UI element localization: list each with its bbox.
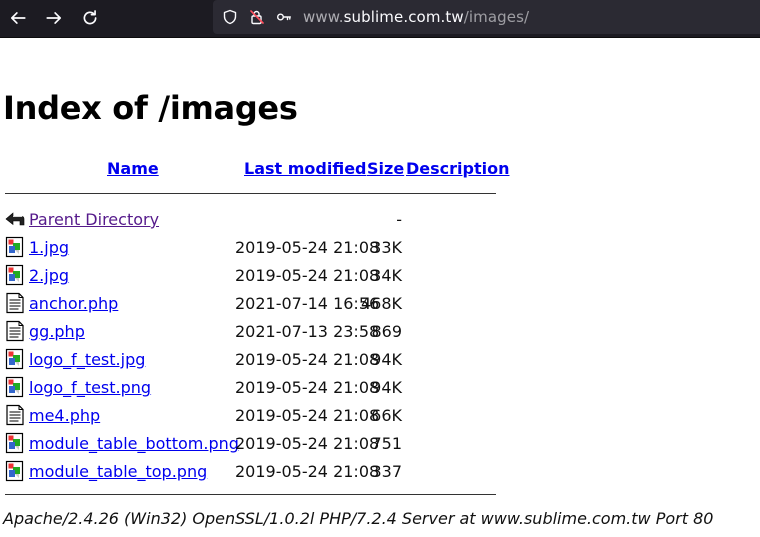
back-icon	[4, 208, 26, 230]
image-file-icon	[4, 348, 26, 370]
sort-by-size-link[interactable]: Size	[367, 159, 404, 178]
file-link[interactable]: module_table_bottom.png	[29, 433, 239, 455]
file-link[interactable]: 1.jpg	[29, 237, 69, 259]
url-host-domain: sublime.com.tw	[343, 8, 464, 26]
insecure-lock-icon[interactable]	[249, 9, 265, 25]
image-file-icon	[4, 460, 26, 482]
column-header-last-modified: Last modified	[244, 158, 367, 180]
reload-button[interactable]	[79, 7, 101, 29]
file-link[interactable]: me4.php	[29, 405, 100, 427]
server-signature: Apache/2.4.26 (Win32) OpenSSL/1.0.2l PHP…	[3, 509, 714, 528]
footer-divider	[5, 494, 496, 495]
column-header-name: Name	[107, 158, 159, 180]
last-modified-cell: 2019-05-24 21:08	[235, 406, 380, 425]
last-modified-cell: 2019-05-24 21:08	[235, 462, 380, 481]
sort-by-last-modified-link[interactable]: Last modified	[244, 159, 367, 178]
file-link[interactable]: logo_f_test.jpg	[29, 349, 145, 371]
url-host-prefix: www.	[303, 8, 344, 26]
url-path: /images/	[463, 8, 530, 26]
size-cell: 337	[371, 462, 402, 481]
file-link[interactable]: anchor.php	[29, 293, 118, 315]
header-divider	[5, 193, 496, 194]
size-cell: 94K	[371, 350, 402, 369]
back-button[interactable]	[7, 7, 29, 29]
size-cell: -	[396, 210, 402, 229]
file-link[interactable]: 2.jpg	[29, 265, 69, 287]
last-modified-cell: 2019-05-24 21:08	[235, 238, 380, 257]
arrow-left-icon	[10, 12, 26, 24]
text-file-icon	[4, 404, 26, 426]
last-modified-cell: 2019-05-24 21:08	[235, 266, 380, 285]
image-file-icon	[4, 236, 26, 258]
image-file-icon	[4, 376, 26, 398]
text-file-icon	[4, 320, 26, 342]
file-link[interactable]: gg.php	[29, 321, 85, 343]
column-header-description: Description	[406, 158, 509, 180]
last-modified-cell: 2021-07-14 16:56	[235, 294, 380, 313]
size-cell: 751	[371, 434, 402, 453]
size-cell: 33K	[371, 238, 402, 257]
file-link[interactable]: module_table_top.png	[29, 461, 207, 483]
sort-by-description-link[interactable]: Description	[406, 159, 509, 178]
file-link[interactable]: logo_f_test.png	[29, 377, 151, 399]
arrow-right-icon	[46, 12, 62, 24]
image-file-icon	[4, 264, 26, 286]
text-file-icon	[4, 292, 26, 314]
address-bar[interactable]: www.sublime.com.tw/images/	[213, 0, 760, 34]
size-cell: 66K	[371, 406, 402, 425]
last-modified-cell: 2019-05-24 21:08	[235, 350, 380, 369]
last-modified-cell: 2019-05-24 21:08	[235, 434, 380, 453]
forward-button[interactable]	[43, 7, 65, 29]
tracking-protection-shield-icon[interactable]	[222, 9, 238, 25]
url-text[interactable]: www.sublime.com.tw/images/	[303, 8, 529, 26]
size-cell: 34K	[371, 266, 402, 285]
reload-icon	[83, 10, 97, 25]
browser-toolbar: www.sublime.com.tw/images/	[0, 0, 760, 38]
image-file-icon	[4, 432, 26, 454]
size-cell: 94K	[371, 378, 402, 397]
page-title: Index of /images	[3, 89, 298, 127]
sort-by-name-link[interactable]: Name	[107, 159, 159, 178]
last-modified-cell: 2019-05-24 21:08	[235, 378, 380, 397]
last-modified-cell: 2021-07-13 23:58	[235, 322, 380, 341]
parent-directory-link[interactable]: Parent Directory	[29, 209, 159, 231]
column-header-size: Size	[367, 158, 404, 180]
size-cell: 869	[371, 322, 402, 341]
size-cell: 468K	[360, 294, 402, 313]
permissions-key-icon[interactable]	[276, 9, 292, 25]
